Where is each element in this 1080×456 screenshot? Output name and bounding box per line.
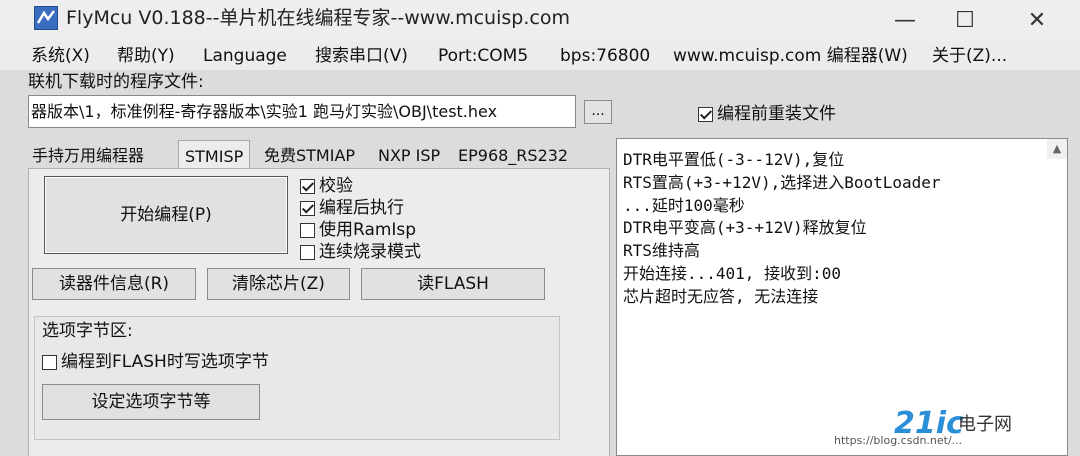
watermark-url: https://blog.csdn.net/... <box>834 434 963 447</box>
maximize-button[interactable]: ☐ <box>936 0 994 42</box>
log-line: RTS置高(+3-+12V),选择进入BootLoader <box>623 172 941 192</box>
option-continuous-label: 连续烧录模式 <box>319 242 421 262</box>
tab-strip: 手持万用编程器 STMISP 免费STMIAP NXP ISP EP968_RS… <box>28 140 610 170</box>
option-ramisp-label: 使用RamIsp <box>319 220 417 240</box>
reload-file-check-icon[interactable] <box>698 106 713 122</box>
file-label: 联机下载时的程序文件: <box>28 72 204 92</box>
watermark: 21ic 电子网 https://blog.csdn.net/... <box>834 406 1074 452</box>
menu-help[interactable]: 帮助(Y) <box>117 44 175 68</box>
tab-stmiap[interactable]: 免费STMIAP <box>264 146 355 166</box>
tab-ep968[interactable]: EP968_RS232 <box>458 146 568 166</box>
menu-programmer[interactable]: www.mcuisp.com 编程器(W) <box>673 44 908 68</box>
file-path-input[interactable]: 器版本\1，标准例程-寄存器版本\实验1 跑马灯实验\OBJ\test.hex <box>28 95 576 128</box>
tab-nxp-isp[interactable]: NXP ISP <box>378 146 440 166</box>
watermark-name: 电子网 <box>958 414 1012 435</box>
write-option-bytes-check-icon[interactable] <box>42 354 57 370</box>
log-line: DTR电平置低(-3--12V),复位 <box>623 150 845 169</box>
log-line: DTR电平变高(+3-+12V)释放复位 <box>623 218 867 238</box>
start-program-button[interactable]: 开始编程(P) <box>44 176 288 254</box>
option-run-after-label: 编程后执行 <box>319 198 404 218</box>
option-bytes-title: 选项字节区: <box>42 321 133 341</box>
option-ramisp[interactable]: 使用RamIsp <box>300 220 416 240</box>
scroll-up-arrow-icon[interactable]: ▲ <box>1047 139 1067 159</box>
tab-stmisp[interactable]: STMISP <box>178 140 251 170</box>
menu-bar: 系统(X) 帮助(Y) Language 搜索串口(V) Port:COM5 b… <box>0 42 1080 70</box>
ramisp-check-icon[interactable] <box>300 222 315 238</box>
menu-language[interactable]: Language <box>203 44 287 68</box>
verify-check-icon[interactable] <box>300 178 315 194</box>
option-continuous[interactable]: 连续烧录模式 <box>300 242 421 262</box>
set-option-bytes-button[interactable]: 设定选项字节等 <box>42 384 260 420</box>
option-run-after[interactable]: 编程后执行 <box>300 198 404 218</box>
write-option-bytes-label: 编程到FLASH时写选项字节 <box>61 352 269 372</box>
log-line: ...延时100毫秒 <box>623 195 745 215</box>
write-option-bytes-checkbox[interactable]: 编程到FLASH时写选项字节 <box>42 352 269 372</box>
close-button[interactable]: ✕ <box>1008 0 1066 42</box>
tab-handheld[interactable]: 手持万用编程器 <box>32 146 144 166</box>
title-bar: FlyMcu V0.188--单片机在线编程专家--www.mcuisp.com… <box>0 0 1080 42</box>
continuous-check-icon[interactable] <box>300 244 315 260</box>
log-line: 开始连接...401, 接收到:00 <box>623 263 841 283</box>
menu-about[interactable]: 关于(Z)... <box>932 44 1007 68</box>
option-verify[interactable]: 校验 <box>300 176 353 196</box>
log-line: 芯片超时无应答, 无法连接 <box>623 286 819 306</box>
erase-chip-button[interactable]: 清除芯片(Z) <box>207 268 350 300</box>
browse-button[interactable]: ... <box>584 100 612 124</box>
window-title: FlyMcu V0.188--单片机在线编程专家--www.mcuisp.com <box>66 7 570 29</box>
reload-file-checkbox[interactable]: 编程前重装文件 <box>698 104 836 124</box>
menu-search-port[interactable]: 搜索串口(V) <box>315 44 408 68</box>
menu-port[interactable]: Port:COM5 <box>438 44 528 68</box>
menu-bps[interactable]: bps:76800 <box>560 44 650 68</box>
menu-system[interactable]: 系统(X) <box>31 44 90 68</box>
run-after-check-icon[interactable] <box>300 200 315 216</box>
reload-file-label: 编程前重装文件 <box>717 104 836 124</box>
read-flash-button[interactable]: 读FLASH <box>361 268 545 300</box>
log-line: RTS维持高 <box>623 241 700 261</box>
minimize-button[interactable]: — <box>876 0 934 42</box>
app-icon <box>34 6 58 30</box>
option-verify-label: 校验 <box>319 176 353 196</box>
read-info-button[interactable]: 读器件信息(R) <box>32 268 196 300</box>
